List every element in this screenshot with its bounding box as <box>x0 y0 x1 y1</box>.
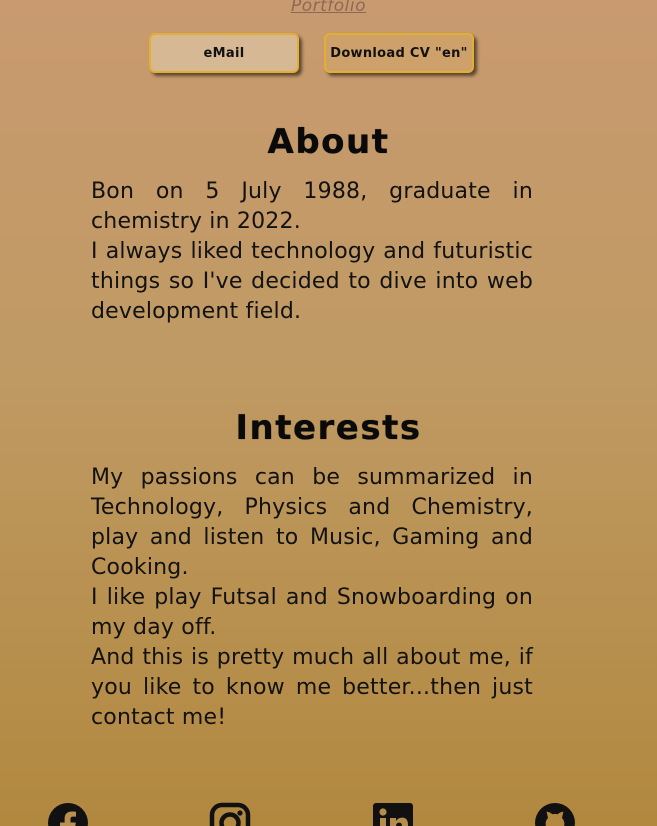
interests-heading: Interests <box>235 408 422 448</box>
facebook-icon[interactable] <box>47 802 89 826</box>
download-cv-button[interactable]: Download CV "en" <box>324 33 474 73</box>
github-icon[interactable] <box>534 802 576 826</box>
interests-paragraph: And this is pretty much all about me, if… <box>91 645 533 730</box>
email-button[interactable]: eMail <box>149 33 299 73</box>
linkedin-icon[interactable] <box>372 802 414 826</box>
about-paragraph: I always liked technology and futuristic… <box>91 239 533 324</box>
portfolio-link[interactable]: Portfolio <box>0 0 657 16</box>
about-paragraph: Bon on 5 July 1988, graduate in chemistr… <box>91 179 533 234</box>
interests-paragraph: I like play Futsal and Snowboarding on m… <box>91 585 533 640</box>
interests-paragraph: My passions can be summarized in Technol… <box>91 465 533 580</box>
instagram-icon[interactable] <box>209 802 251 826</box>
interests-text: My passions can be summarized in Technol… <box>91 463 533 733</box>
about-heading: About <box>267 122 390 162</box>
about-text: Bon on 5 July 1988, graduate in chemistr… <box>91 177 533 327</box>
